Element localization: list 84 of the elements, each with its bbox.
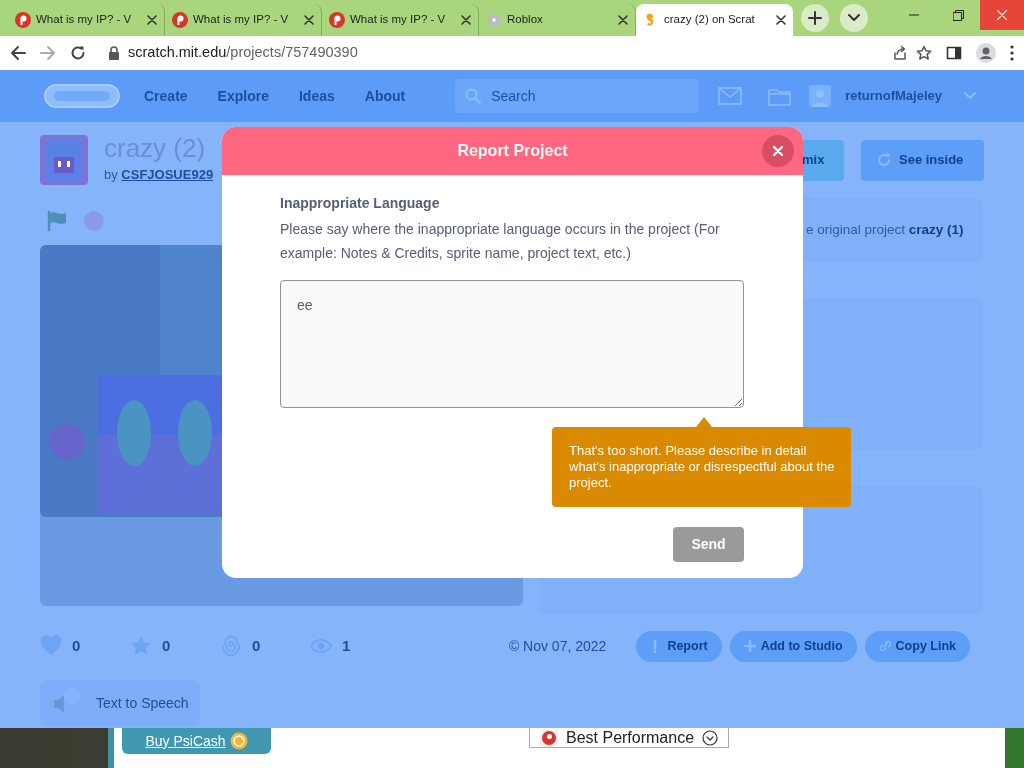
new-tab-button[interactable] (801, 4, 829, 32)
star-icon (130, 635, 152, 657)
nav-link[interactable]: Explore (217, 85, 269, 107)
back-button[interactable] (10, 45, 26, 61)
profile-icon (976, 43, 996, 63)
stat-count: 1 (342, 635, 351, 656)
bookmark-button[interactable] (916, 45, 932, 61)
tab-title: What is my IP? - V (350, 12, 447, 28)
copy-link-button[interactable]: Copy Link (864, 630, 970, 662)
tab-search-button[interactable] (840, 4, 868, 32)
coin-icon (229, 732, 248, 750)
avatar-icon (809, 85, 832, 107)
chevron-circle-icon (702, 729, 719, 746)
menu-button[interactable] (1010, 45, 1014, 61)
link-icon (878, 639, 891, 653)
plus-icon (743, 639, 756, 653)
category-label: Inappropriate Language (280, 194, 441, 213)
stop-icon (84, 211, 104, 231)
author-line: by CSFJOSUE929 (104, 166, 214, 185)
kebab-menu-icon (1010, 45, 1014, 61)
side-panel-button[interactable] (946, 45, 962, 61)
validation-tooltip: That's too short. Please describe in detail what's inappropriate or disrespectful about the project. (552, 427, 851, 507)
flag-icon (46, 210, 68, 232)
search-icon (465, 88, 482, 104)
mode-selector[interactable]: Best Performance (529, 728, 730, 748)
author-link[interactable]: CSFJOSUE929 (121, 167, 214, 183)
chevron-down-icon (848, 14, 860, 22)
caret-icon (964, 92, 976, 100)
minimize-icon (909, 14, 919, 16)
stat-count: 0 (162, 635, 171, 656)
favicon-icon (329, 12, 345, 28)
tab-title: What is my IP? - V (193, 12, 290, 28)
favicon-icon (15, 12, 31, 28)
search-field[interactable]: Search (455, 79, 700, 113)
spiral-icon (220, 635, 242, 657)
prompt-text: Please say where the inappropriate language occurs in the project (For example: Notes & Credits, sprite name, project text, etc.) (280, 220, 721, 263)
share-icon (892, 45, 908, 61)
url-text[interactable]: scratch.mit.edu/projects/757490390 (128, 42, 358, 64)
close-icon[interactable] (147, 15, 157, 25)
extension-chip[interactable]: Text to Speech (40, 680, 200, 726)
back-arrow-icon (10, 45, 26, 61)
side-panel-icon (946, 45, 962, 61)
restore-icon (952, 9, 964, 21)
close-icon (997, 10, 1007, 20)
tab-title: Roblox (507, 12, 544, 28)
star-icon (916, 45, 932, 61)
lock-icon (108, 46, 120, 60)
reload-button[interactable] (70, 45, 86, 61)
close-icon (773, 146, 783, 156)
stat-count: 0 (72, 635, 81, 656)
account-menu[interactable]: returnofMajeley (809, 85, 976, 107)
favicon-icon (172, 12, 188, 28)
stat-count: 0 (252, 635, 261, 656)
heart-icon (40, 635, 62, 657)
nav-link[interactable]: Ideas (298, 85, 335, 107)
favicon-icon (486, 12, 502, 28)
close-button[interactable] (762, 135, 794, 167)
close-icon[interactable] (776, 15, 786, 25)
profile-button[interactable] (976, 43, 996, 63)
nav-link[interactable]: Create (144, 85, 188, 107)
close-icon[interactable] (304, 15, 314, 25)
add-to-studio-button[interactable]: Add to Studio (729, 630, 857, 662)
tab-title: crazy (2) on Scrat (664, 12, 756, 28)
credit-text: e original project crazy (1) (806, 220, 964, 239)
report-text-field[interactable]: ee (280, 280, 744, 408)
tab-title: What is my IP? - V (36, 12, 133, 28)
plus-icon (808, 11, 822, 25)
buy-psicash-button[interactable]: Buy PsiCash (122, 728, 271, 754)
see-inside-button[interactable]: See inside (861, 139, 984, 181)
browser-tab[interactable]: crazy (2) on Scrat (636, 4, 793, 36)
close-icon[interactable] (461, 15, 471, 25)
project-link[interactable]: crazy (1) (908, 221, 964, 237)
envelope-icon (718, 85, 743, 107)
report-button[interactable]: Report (636, 630, 722, 662)
refresh-icon (877, 153, 891, 167)
forward-arrow-icon (40, 45, 56, 61)
share-button[interactable] (892, 45, 908, 61)
tooltip-pointer (696, 417, 712, 427)
project-thumbnail-icon (40, 135, 88, 185)
nav-link[interactable]: About (364, 85, 406, 107)
share-date: © Nov 07, 2022 (508, 636, 607, 656)
close-icon[interactable] (618, 15, 628, 25)
reload-icon (70, 45, 86, 61)
dialog-title: Report Project (457, 141, 568, 161)
